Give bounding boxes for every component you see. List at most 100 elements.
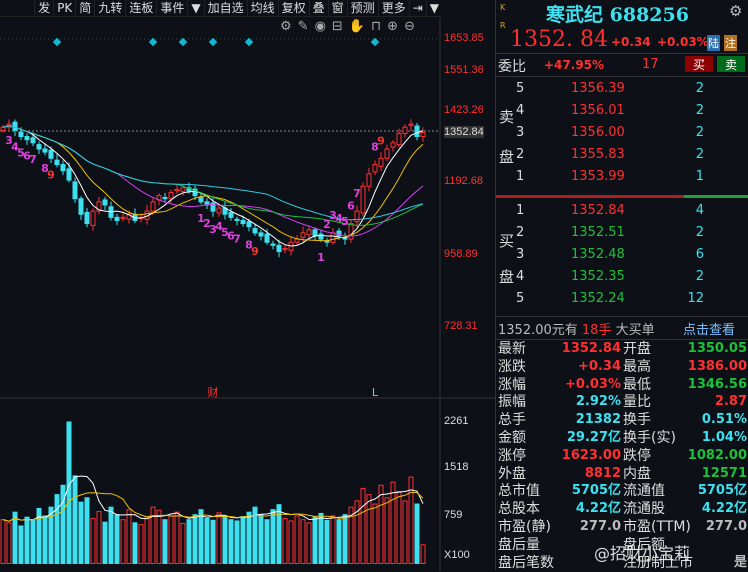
stat-label: 换手 bbox=[623, 412, 651, 429]
candle bbox=[390, 142, 396, 148]
price-axis-label: 728.31 bbox=[444, 319, 478, 332]
stock-name: 寒武纪 bbox=[546, 4, 604, 26]
volume-bar bbox=[0, 519, 6, 564]
stat-row: 涨幅 +0.03% 最低 1346.56 bbox=[496, 376, 748, 394]
stat-value: 1346.56 bbox=[687, 376, 747, 392]
volume-bar bbox=[270, 509, 276, 564]
volume-bar bbox=[114, 514, 120, 564]
ask-row[interactable]: 1 1353.99 1 bbox=[496, 167, 748, 187]
kline-chart[interactable]: 财 L34567891234567 89 123456789 bbox=[0, 0, 495, 570]
volume-bar bbox=[204, 517, 210, 564]
stat-value: 1623.00 bbox=[561, 447, 621, 463]
volume-bar bbox=[6, 522, 12, 564]
bid-row[interactable]: 3 1352.48 6 bbox=[496, 245, 748, 265]
bid-row[interactable]: 2 1352.51 2 bbox=[496, 223, 748, 243]
event-diamond-icon[interactable] bbox=[244, 37, 254, 47]
volume-bar bbox=[390, 481, 396, 564]
price-axis-label: 1423.26 bbox=[444, 103, 484, 116]
event-marker[interactable]: L bbox=[372, 386, 379, 399]
last-price: 1352. 84 bbox=[510, 27, 608, 52]
candle bbox=[90, 210, 96, 226]
ask-row[interactable]: 3 1356.00 2 bbox=[496, 123, 748, 143]
volume-bar bbox=[228, 519, 234, 564]
candle bbox=[366, 173, 372, 187]
stat-row: 总市值 5705亿 流通值 5705亿 bbox=[496, 482, 748, 500]
event-diamond-icon[interactable] bbox=[208, 37, 218, 47]
candle bbox=[252, 228, 258, 234]
candle bbox=[234, 218, 240, 221]
candle bbox=[114, 216, 120, 221]
stat-label: 盘后笔数 bbox=[498, 554, 554, 571]
buy-button[interactable]: 买 bbox=[685, 56, 713, 72]
stat-value: 29.27亿 bbox=[566, 430, 621, 445]
volume-bar bbox=[264, 519, 270, 564]
stat-row: 总股本 4.22亿 流通股 4.22亿 bbox=[496, 500, 748, 518]
big-order-type: 大买单 bbox=[615, 323, 655, 338]
candle bbox=[198, 196, 204, 203]
volume-bar bbox=[372, 503, 378, 564]
volume-bar bbox=[168, 515, 174, 565]
candle bbox=[150, 201, 156, 212]
bid-row[interactable]: 1 1352.84 4 bbox=[496, 201, 748, 221]
gear-icon[interactable]: ⚙ bbox=[729, 2, 742, 20]
stat-label: 盘后量 bbox=[498, 536, 540, 553]
candle bbox=[72, 181, 78, 200]
stat-label: 总市值 bbox=[498, 483, 540, 500]
ask-row[interactable]: 4 1356.01 2 bbox=[496, 101, 748, 121]
candle bbox=[54, 159, 60, 166]
weicha-value: 17 bbox=[642, 57, 659, 72]
watermark: @招财小宝莉 bbox=[594, 544, 691, 563]
sell-button[interactable]: 卖 bbox=[717, 56, 745, 72]
candle bbox=[0, 126, 6, 131]
stat-label: 市盈(TTM) bbox=[623, 519, 691, 535]
candle bbox=[174, 188, 180, 192]
candle bbox=[48, 149, 54, 159]
price-axis-label: 1192.68 bbox=[444, 175, 483, 188]
nine-turn-count: 7 bbox=[29, 153, 37, 166]
candle bbox=[228, 211, 234, 218]
event-diamond-icon[interactable] bbox=[148, 37, 158, 47]
volume-bar bbox=[180, 522, 186, 564]
stat-label: 涨跌 bbox=[498, 358, 526, 375]
volume-bar bbox=[138, 524, 144, 564]
price: 1352.48 bbox=[571, 247, 625, 262]
stat-label: 跌停 bbox=[623, 447, 651, 464]
ask-row[interactable]: 2 1355.83 2 bbox=[496, 145, 748, 165]
registered-badge: 注 bbox=[724, 35, 737, 51]
volume-bar bbox=[54, 494, 60, 565]
event-diamond-icon[interactable] bbox=[52, 37, 62, 47]
stat-value: +0.03% bbox=[565, 376, 621, 392]
stat-value: 4.22亿 bbox=[701, 501, 747, 517]
volume: 4 bbox=[695, 203, 704, 218]
volume-bar bbox=[216, 512, 222, 565]
volume-bar bbox=[324, 519, 330, 565]
stat-label: 涨停 bbox=[498, 447, 526, 464]
stat-value: 1.04% bbox=[701, 430, 747, 445]
candle bbox=[18, 131, 24, 138]
stat-label: 开盘 bbox=[623, 341, 651, 357]
level: 2 bbox=[516, 147, 525, 162]
ask-row[interactable]: 5 1356.39 2 bbox=[496, 79, 748, 99]
stat-value: 1350.05 bbox=[687, 341, 747, 356]
event-marker[interactable]: 财 bbox=[208, 385, 219, 399]
stat-row: 外盘 8812 内盘 12571 bbox=[496, 465, 748, 483]
volume-axis-label: X100 bbox=[444, 549, 470, 561]
bid-row[interactable]: 4 1352.35 2 bbox=[496, 267, 748, 287]
volume-bar bbox=[384, 497, 390, 564]
view-big-orders-link[interactable]: 点击查看 bbox=[683, 319, 735, 338]
stat-value: 8812 bbox=[584, 465, 621, 481]
volume-bar bbox=[126, 509, 132, 564]
volume-bar bbox=[246, 511, 252, 565]
candle bbox=[162, 196, 168, 200]
volume-bar bbox=[120, 519, 126, 564]
candle bbox=[84, 211, 90, 225]
volume-bar bbox=[144, 516, 150, 565]
nine-turn-count: 5 bbox=[341, 215, 349, 228]
volume-bar bbox=[186, 519, 192, 564]
volume-bar bbox=[258, 514, 264, 564]
candle bbox=[276, 244, 282, 253]
volume: 2 bbox=[695, 269, 704, 284]
stat-label: 涨幅 bbox=[498, 376, 526, 393]
bid-row[interactable]: 5 1352.24 12 bbox=[496, 289, 748, 309]
stat-label: 流通股 bbox=[623, 501, 665, 518]
